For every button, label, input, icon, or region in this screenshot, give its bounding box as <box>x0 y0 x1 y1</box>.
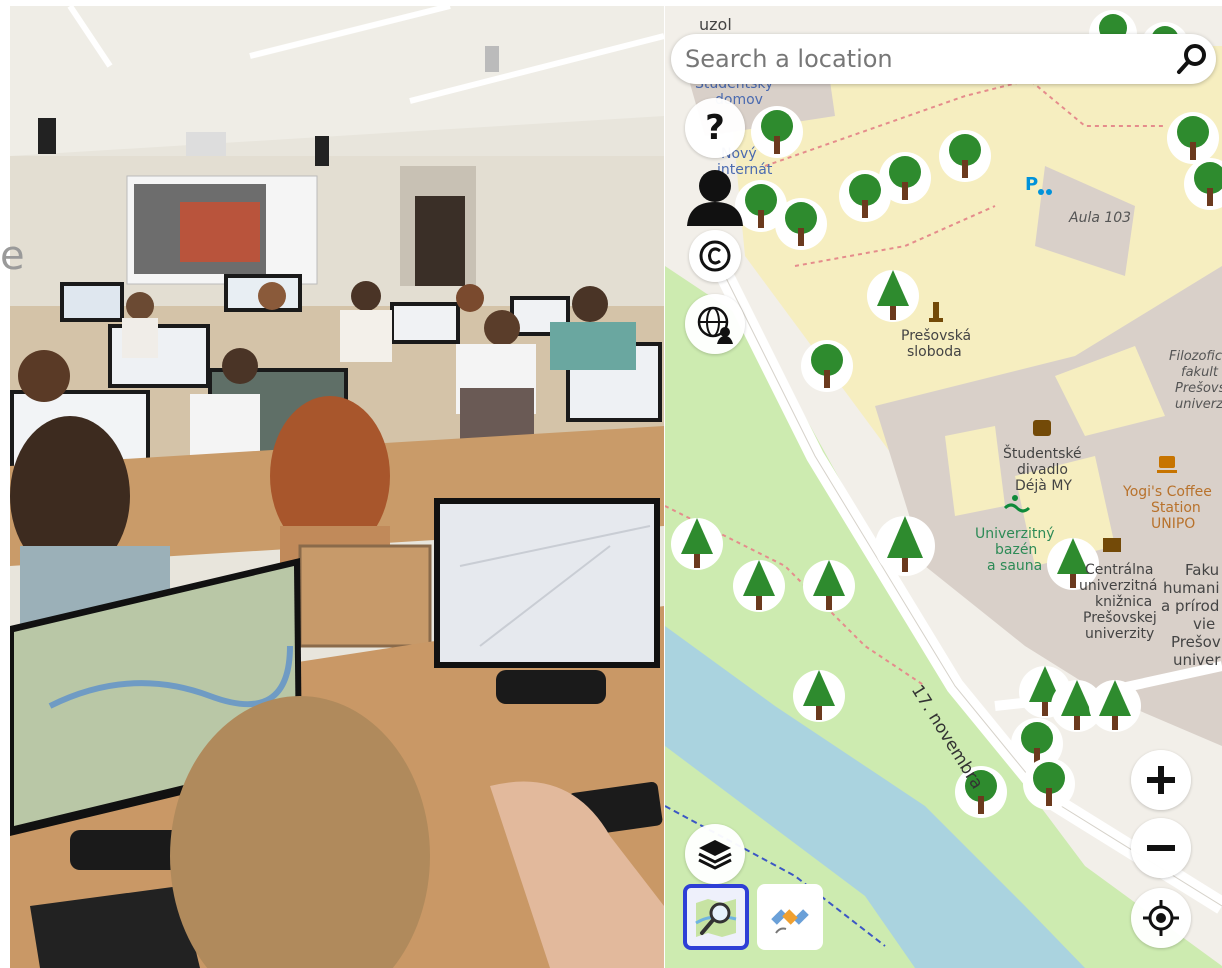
conifer-tree-icon <box>1089 680 1141 732</box>
map-label-bazen-2: bazén <box>995 542 1038 558</box>
help-icon: ? <box>705 108 725 148</box>
layers-icon <box>698 840 732 870</box>
map-search-icon <box>695 899 737 937</box>
map-label-aula: Aula 103 <box>1069 210 1132 226</box>
classroom-photo-illustration <box>10 6 664 968</box>
map-label-divadlo-2: divadlo <box>1017 462 1068 478</box>
map-label-faku-1: Faku <box>1185 561 1220 579</box>
map-label-kniz-3: knižnica <box>1095 594 1153 610</box>
user-icon <box>687 170 743 226</box>
layers-button[interactable] <box>685 824 745 884</box>
help-button[interactable]: ? <box>685 98 745 158</box>
map-label-kniz-2: univerzitná <box>1079 578 1158 594</box>
cafe-icon <box>1157 456 1177 473</box>
classroom-photo <box>10 6 664 968</box>
map-label-presovska: Prešovská <box>901 328 972 344</box>
globe-user-icon <box>697 306 733 344</box>
tree-icon <box>1023 758 1075 810</box>
satellite-icon <box>771 909 809 934</box>
map-label-faku-4: vie <box>1193 615 1216 633</box>
conifer-tree-icon <box>671 518 723 570</box>
tree-icon <box>751 106 803 158</box>
map-label-bazen-3: a sauna <box>987 558 1043 574</box>
tree-icon <box>879 152 931 204</box>
map-label-kniz-4: Prešovskej <box>1083 610 1157 626</box>
map-label-divadlo-1: Študentské <box>1003 446 1082 462</box>
copyright-icon <box>699 240 731 272</box>
svg-text:P: P <box>1025 174 1038 195</box>
map-label-bazen-1: Univerzitný <box>975 526 1055 542</box>
plus-icon <box>1147 766 1175 794</box>
map-label-filozof-1: Filozofic <box>1169 349 1222 364</box>
search-input[interactable] <box>683 44 1157 74</box>
map-label-faku-6: univer <box>1173 651 1221 669</box>
tree-icon <box>939 130 991 182</box>
map-label-sloboda: sloboda <box>907 344 962 360</box>
map-label-filozof-3: Prešovs <box>1175 381 1222 396</box>
map-label-filozof-2: fakult <box>1181 365 1219 380</box>
zoom-out-button[interactable] <box>1131 818 1191 878</box>
satellite-mode-button[interactable] <box>757 884 823 950</box>
search-bar[interactable] <box>671 34 1216 84</box>
map-label-coffee-3: UNIPO <box>1151 516 1196 532</box>
account-button[interactable] <box>685 166 745 226</box>
map-label-coffee-2: Station <box>1151 500 1201 516</box>
theatre-icon <box>1033 420 1051 436</box>
tree-icon <box>775 198 827 250</box>
copyright-button[interactable] <box>689 230 741 282</box>
minus-icon <box>1147 845 1175 851</box>
locate-button[interactable] <box>1131 888 1191 948</box>
crosshair-icon <box>1143 900 1179 936</box>
map-label-coffee-1: Yogi's Coffee <box>1123 484 1212 500</box>
map-view[interactable]: P uzol Študentský domov Nový internát Au… <box>665 6 1222 968</box>
conifer-tree-icon <box>875 516 935 576</box>
tree-icon <box>1167 112 1219 164</box>
map-label-uzol: uzol <box>699 15 732 34</box>
search-icon <box>1177 44 1206 74</box>
map-label-divadlo-3: Déjà MY <box>1015 478 1072 494</box>
map-label-filozof-4: univerz <box>1175 397 1222 412</box>
conifer-tree-icon <box>867 270 919 322</box>
conifer-tree-icon <box>793 670 845 722</box>
tree-icon <box>801 340 853 392</box>
map-mode-button[interactable] <box>683 884 749 950</box>
cropped-side-text: e <box>0 233 25 279</box>
conifer-tree-icon <box>733 560 785 612</box>
conifer-tree-icon <box>803 560 855 612</box>
map-label-faku-2: humani <box>1163 579 1220 597</box>
map-label-faku-3: a prírod <box>1161 597 1220 615</box>
library-icon <box>1103 538 1121 552</box>
zoom-in-button[interactable] <box>1131 750 1191 810</box>
search-button[interactable] <box>1174 41 1210 77</box>
language-button[interactable] <box>685 294 745 354</box>
map-label-faku-5: Prešov <box>1171 633 1221 651</box>
map-label-kniz-1: Centrálna <box>1085 562 1154 578</box>
map-label-kniz-5: univerzity <box>1085 626 1155 642</box>
